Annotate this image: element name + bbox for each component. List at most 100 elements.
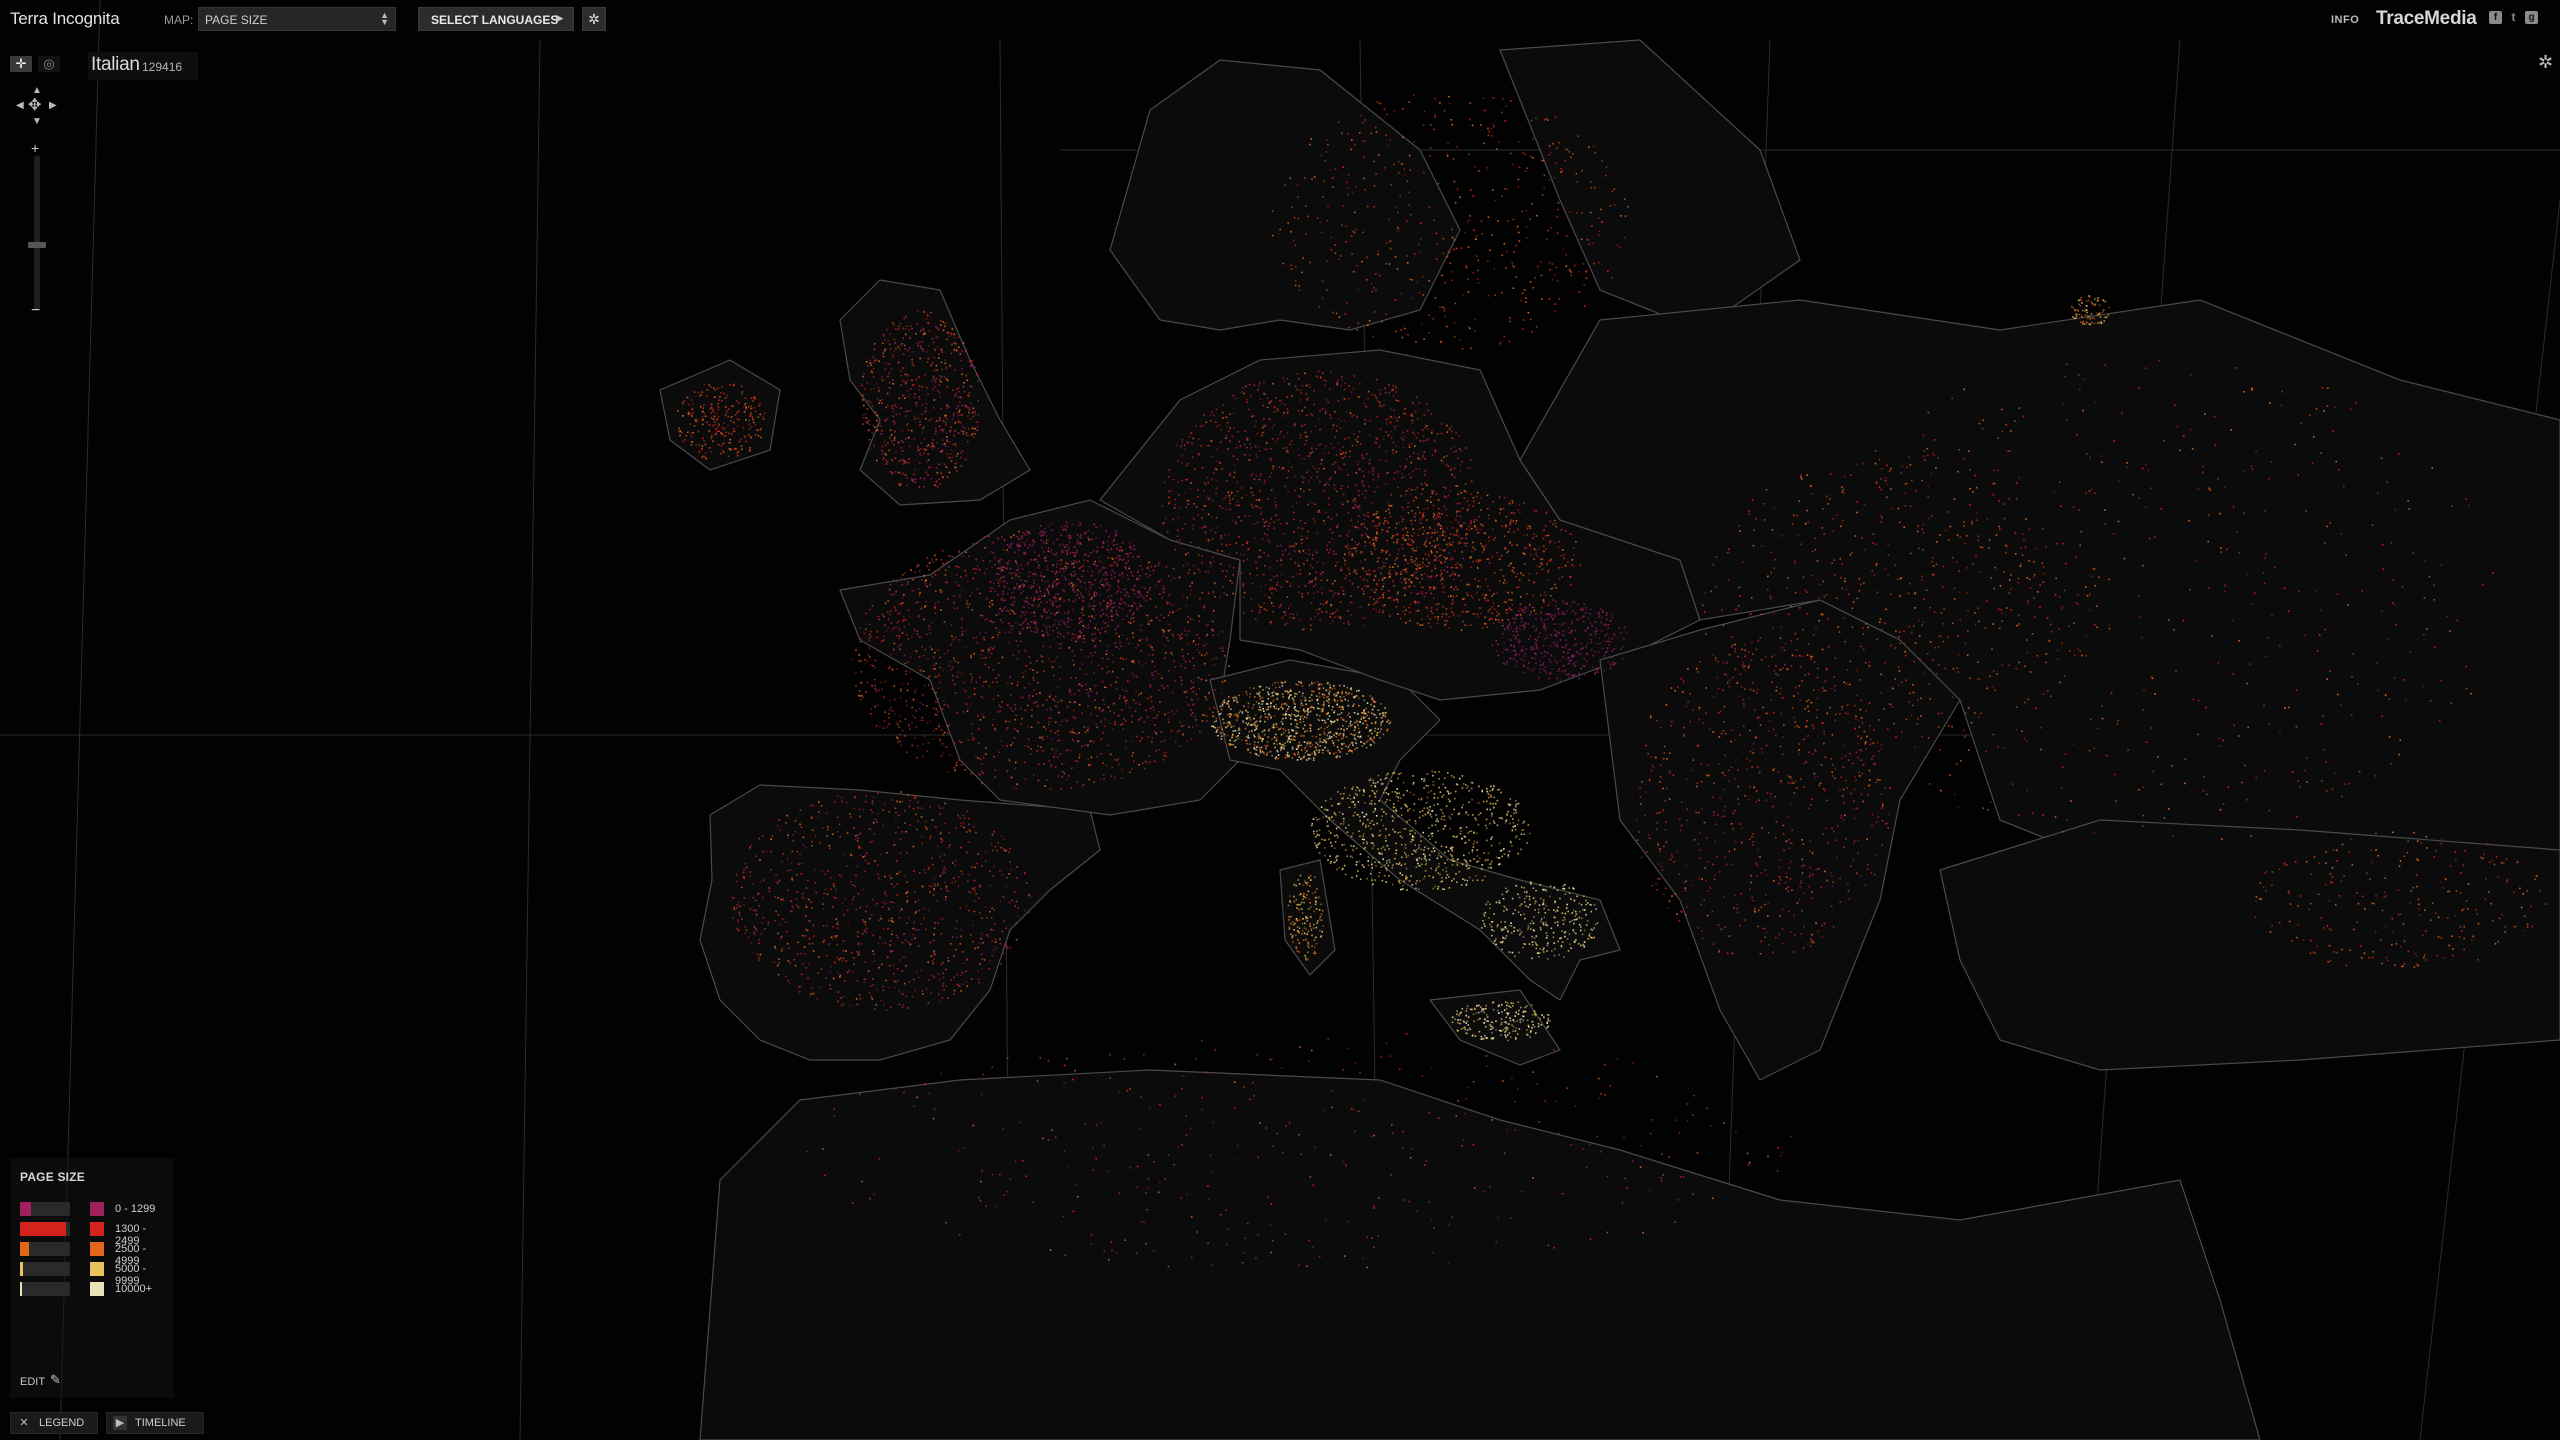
article-dot (1400, 495, 1402, 497)
article-dot (1457, 521, 1460, 523)
article-dot (1339, 618, 1342, 620)
article-dot (1354, 541, 1357, 543)
article-dot (1505, 609, 1507, 611)
article-dot (1405, 490, 1408, 492)
article-dot (1441, 513, 1443, 515)
article-dot (1465, 537, 1468, 540)
article-dot (981, 713, 983, 716)
article-dot (1054, 732, 1057, 734)
article-dot (1259, 398, 1262, 400)
article-dot (1545, 548, 1547, 550)
article-dot (1569, 576, 1571, 578)
article-dot (1154, 565, 1156, 568)
article-dot (1600, 616, 1603, 619)
article-dot (1532, 606, 1535, 609)
article-dot (1184, 629, 1187, 632)
article-dot (1354, 500, 1357, 503)
article-dot (1434, 616, 1437, 618)
article-dot (1411, 535, 1414, 537)
article-dot (1016, 684, 1019, 687)
article-dot (1284, 580, 1287, 582)
article-dot (1358, 431, 1361, 433)
article-dot (917, 745, 919, 747)
article-dot (1321, 408, 1324, 410)
article-dot (1299, 618, 1301, 621)
article-dot (1139, 740, 1142, 742)
article-dot (1421, 488, 1424, 490)
article-dot (1341, 485, 1344, 487)
article-dot (889, 583, 892, 586)
article-dot (1393, 478, 1396, 480)
article-dot (1547, 604, 1550, 606)
article-dot (1056, 636, 1059, 638)
article-dot (935, 728, 937, 730)
article-dot (1181, 440, 1183, 443)
article-dot (1415, 467, 1417, 470)
article-dot (1404, 594, 1406, 597)
article-dot (1131, 632, 1134, 634)
article-dot (1549, 601, 1552, 603)
article-dot (1020, 615, 1022, 618)
article-dot (1006, 582, 1008, 584)
article-dot (1047, 633, 1049, 636)
article-dot (1290, 690, 1292, 692)
article-dot (1381, 594, 1384, 597)
article-dot (977, 728, 980, 730)
article-dot (1181, 438, 1184, 441)
article-dot (1006, 609, 1008, 612)
article-dot (1036, 629, 1039, 631)
article-dot (1268, 541, 1271, 543)
article-dot (1017, 568, 1020, 571)
article-dot (1536, 646, 1538, 649)
article-dot (1174, 548, 1176, 551)
article-dot (1500, 508, 1502, 511)
article-dot (1272, 610, 1274, 613)
article-dot (979, 676, 981, 679)
article-dot (1017, 537, 1020, 540)
article-dot (1183, 691, 1186, 693)
article-dot (1192, 657, 1194, 660)
article-dot (1259, 748, 1262, 751)
article-dot (1030, 558, 1032, 561)
article-dot (1241, 739, 1243, 741)
article-dot (1041, 736, 1044, 738)
article-dot (1266, 448, 1268, 450)
article-dot (1282, 466, 1285, 469)
article-dot (1456, 529, 1458, 531)
article-dot (1440, 423, 1443, 425)
article-dot (977, 565, 979, 567)
article-dot (1448, 537, 1450, 539)
article-dot (1374, 536, 1377, 539)
article-dot (998, 662, 1000, 664)
article-dot (1168, 623, 1171, 626)
country-outline (1599, 599, 1961, 1081)
article-dot (895, 626, 898, 629)
article-dot (1060, 567, 1062, 570)
article-dot (1294, 475, 1296, 478)
article-dot (925, 579, 927, 581)
article-dot (1388, 391, 1390, 394)
article-dot (1114, 720, 1116, 723)
article-dot (1272, 467, 1274, 470)
map-canvas[interactable] (0, 0, 2560, 1440)
article-dot (991, 566, 993, 569)
article-dot (1047, 658, 1050, 660)
article-dot (1049, 645, 1052, 648)
article-dot (1119, 555, 1121, 557)
article-dot (1189, 618, 1192, 620)
article-dot (1134, 593, 1136, 595)
article-dot (1206, 652, 1208, 654)
article-dot (895, 609, 897, 612)
article-dot (1393, 425, 1396, 428)
article-dot (1393, 409, 1395, 412)
article-dot (1065, 521, 1068, 523)
article-dot (938, 569, 941, 572)
article-dot (1050, 708, 1053, 711)
article-dot (1383, 565, 1385, 568)
article-dot (1059, 753, 1062, 755)
article-dot (1486, 494, 1489, 497)
article-dot (1344, 553, 1346, 556)
article-dot (1306, 414, 1308, 417)
article-dot (1578, 652, 1581, 655)
article-dot (1302, 481, 1304, 484)
